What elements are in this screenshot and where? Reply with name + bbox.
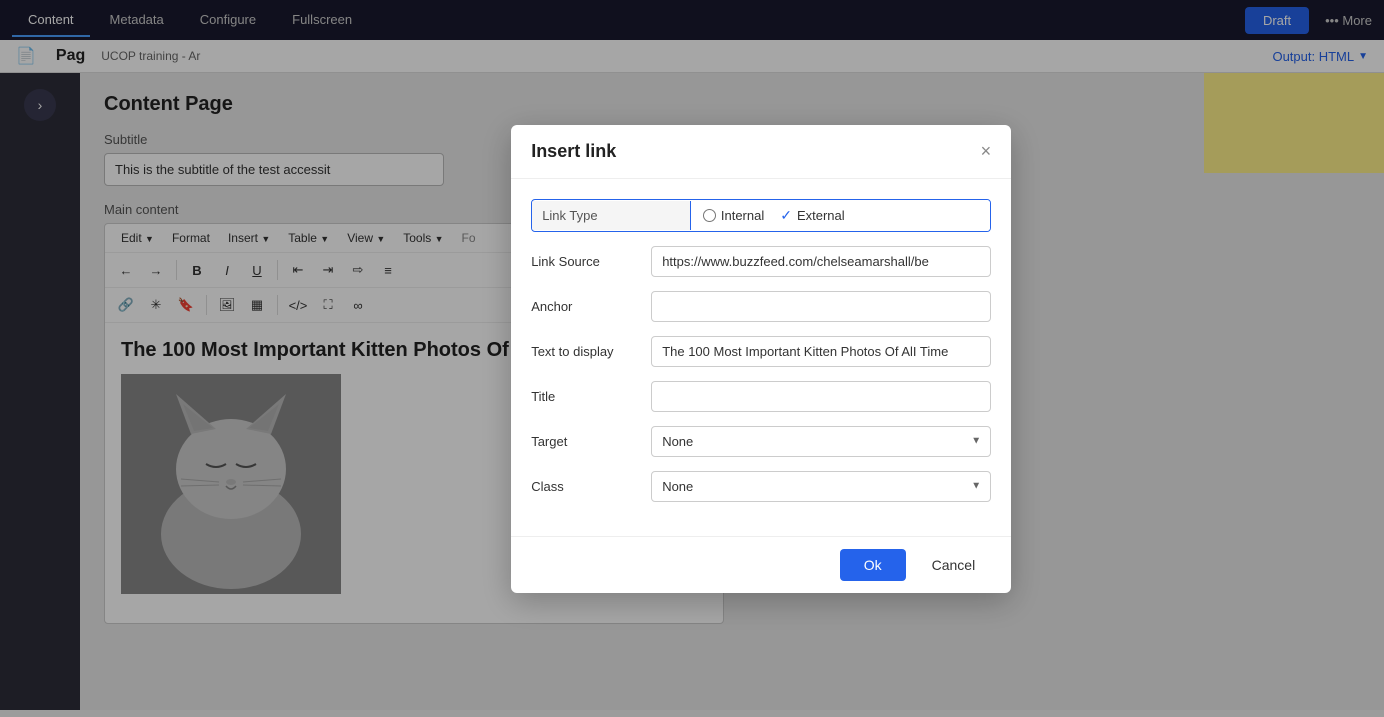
link-type-internal[interactable]: Internal [703,208,764,223]
anchor-label: Anchor [531,299,651,314]
anchor-row: Anchor [531,291,991,322]
anchor-input[interactable] [651,291,991,322]
text-to-display-input[interactable] [651,336,991,367]
link-type-options: Internal ✓ External [691,200,990,231]
title-row: Title [531,381,991,412]
class-select[interactable]: None [651,471,991,502]
link-source-input[interactable] [651,246,991,277]
title-wrap [651,381,991,412]
link-source-row: Link Source [531,246,991,277]
modal-title: Insert link [531,141,616,162]
link-type-label: Link Type [532,201,691,230]
link-type-external[interactable]: ✓ External [780,207,844,224]
checkmark-icon: ✓ [780,207,792,224]
insert-link-modal: Insert link × Link Type Internal ✓ Exter… [511,125,1011,593]
modal-body: Link Type Internal ✓ External Link Sourc… [511,179,1011,536]
target-row: Target None _blank _self _parent _top [531,426,991,457]
class-label: Class [531,479,651,494]
link-source-wrap [651,246,991,277]
target-label: Target [531,434,651,449]
target-select[interactable]: None _blank _self _parent _top [651,426,991,457]
target-select-wrap: None _blank _self _parent _top [651,426,991,457]
anchor-wrap [651,291,991,322]
text-to-display-row: Text to display [531,336,991,367]
text-to-display-label: Text to display [531,344,651,359]
modal-header: Insert link × [511,125,1011,179]
link-type-control: Link Type Internal ✓ External [531,199,991,232]
radio-internal[interactable] [703,209,716,222]
modal-footer: Ok Cancel [511,536,1011,593]
cancel-button[interactable]: Cancel [916,549,992,581]
title-label: Title [531,389,651,404]
link-type-row: Link Type Internal ✓ External [531,199,991,232]
ok-button[interactable]: Ok [840,549,906,581]
link-source-label: Link Source [531,254,651,269]
title-input[interactable] [651,381,991,412]
class-row: Class None [531,471,991,502]
modal-close-button[interactable]: × [981,142,992,160]
class-select-wrap: None [651,471,991,502]
text-to-display-wrap [651,336,991,367]
